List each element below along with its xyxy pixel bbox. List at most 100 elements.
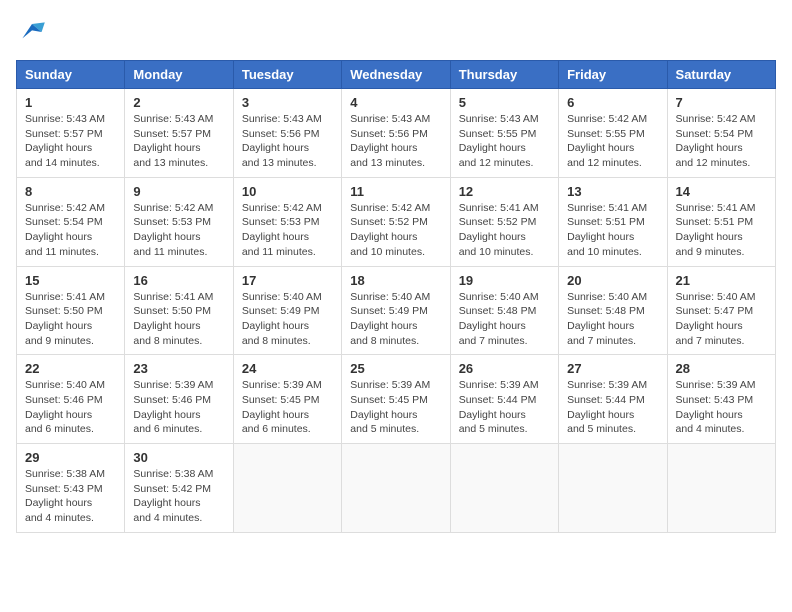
weekday-header-thursday: Thursday (450, 61, 558, 89)
day-info: Sunrise: 5:42 AM Sunset: 5:55 PM Dayligh… (567, 112, 658, 171)
calendar-day-17: 17 Sunrise: 5:40 AM Sunset: 5:49 PM Dayl… (233, 266, 341, 355)
day-number: 28 (676, 361, 767, 376)
day-number: 14 (676, 184, 767, 199)
day-number: 1 (25, 95, 116, 110)
day-number: 22 (25, 361, 116, 376)
day-info: Sunrise: 5:40 AM Sunset: 5:47 PM Dayligh… (676, 290, 767, 349)
calendar-day-14: 14 Sunrise: 5:41 AM Sunset: 5:51 PM Dayl… (667, 177, 775, 266)
day-number: 15 (25, 273, 116, 288)
day-info: Sunrise: 5:42 AM Sunset: 5:52 PM Dayligh… (350, 201, 441, 260)
day-number: 2 (133, 95, 224, 110)
day-number: 27 (567, 361, 658, 376)
day-number: 20 (567, 273, 658, 288)
logo (16, 16, 52, 48)
weekday-header-monday: Monday (125, 61, 233, 89)
day-info: Sunrise: 5:40 AM Sunset: 5:48 PM Dayligh… (459, 290, 550, 349)
calendar-day-16: 16 Sunrise: 5:41 AM Sunset: 5:50 PM Dayl… (125, 266, 233, 355)
weekday-header-sunday: Sunday (17, 61, 125, 89)
calendar-day-8: 8 Sunrise: 5:42 AM Sunset: 5:54 PM Dayli… (17, 177, 125, 266)
calendar-day-28: 28 Sunrise: 5:39 AM Sunset: 5:43 PM Dayl… (667, 355, 775, 444)
day-info: Sunrise: 5:39 AM Sunset: 5:45 PM Dayligh… (242, 378, 333, 437)
calendar-day-20: 20 Sunrise: 5:40 AM Sunset: 5:48 PM Dayl… (559, 266, 667, 355)
day-info: Sunrise: 5:42 AM Sunset: 5:53 PM Dayligh… (242, 201, 333, 260)
calendar-day-21: 21 Sunrise: 5:40 AM Sunset: 5:47 PM Dayl… (667, 266, 775, 355)
day-info: Sunrise: 5:43 AM Sunset: 5:56 PM Dayligh… (242, 112, 333, 171)
day-info: Sunrise: 5:42 AM Sunset: 5:54 PM Dayligh… (676, 112, 767, 171)
calendar-day-empty (233, 444, 341, 533)
calendar-day-29: 29 Sunrise: 5:38 AM Sunset: 5:43 PM Dayl… (17, 444, 125, 533)
weekday-header-saturday: Saturday (667, 61, 775, 89)
calendar-day-12: 12 Sunrise: 5:41 AM Sunset: 5:52 PM Dayl… (450, 177, 558, 266)
day-number: 5 (459, 95, 550, 110)
weekday-header-friday: Friday (559, 61, 667, 89)
day-info: Sunrise: 5:42 AM Sunset: 5:53 PM Dayligh… (133, 201, 224, 260)
day-info: Sunrise: 5:40 AM Sunset: 5:48 PM Dayligh… (567, 290, 658, 349)
day-info: Sunrise: 5:39 AM Sunset: 5:43 PM Dayligh… (676, 378, 767, 437)
day-number: 6 (567, 95, 658, 110)
calendar-day-1: 1 Sunrise: 5:43 AM Sunset: 5:57 PM Dayli… (17, 89, 125, 178)
day-number: 8 (25, 184, 116, 199)
calendar-day-23: 23 Sunrise: 5:39 AM Sunset: 5:46 PM Dayl… (125, 355, 233, 444)
calendar-day-30: 30 Sunrise: 5:38 AM Sunset: 5:42 PM Dayl… (125, 444, 233, 533)
calendar-day-9: 9 Sunrise: 5:42 AM Sunset: 5:53 PM Dayli… (125, 177, 233, 266)
day-info: Sunrise: 5:39 AM Sunset: 5:44 PM Dayligh… (567, 378, 658, 437)
day-number: 30 (133, 450, 224, 465)
day-info: Sunrise: 5:39 AM Sunset: 5:44 PM Dayligh… (459, 378, 550, 437)
calendar-day-24: 24 Sunrise: 5:39 AM Sunset: 5:45 PM Dayl… (233, 355, 341, 444)
calendar-day-2: 2 Sunrise: 5:43 AM Sunset: 5:57 PM Dayli… (125, 89, 233, 178)
day-number: 9 (133, 184, 224, 199)
calendar-day-3: 3 Sunrise: 5:43 AM Sunset: 5:56 PM Dayli… (233, 89, 341, 178)
calendar-day-18: 18 Sunrise: 5:40 AM Sunset: 5:49 PM Dayl… (342, 266, 450, 355)
calendar-day-10: 10 Sunrise: 5:42 AM Sunset: 5:53 PM Dayl… (233, 177, 341, 266)
day-info: Sunrise: 5:41 AM Sunset: 5:52 PM Dayligh… (459, 201, 550, 260)
day-info: Sunrise: 5:43 AM Sunset: 5:56 PM Dayligh… (350, 112, 441, 171)
calendar-day-27: 27 Sunrise: 5:39 AM Sunset: 5:44 PM Dayl… (559, 355, 667, 444)
day-number: 17 (242, 273, 333, 288)
day-info: Sunrise: 5:40 AM Sunset: 5:49 PM Dayligh… (350, 290, 441, 349)
calendar-day-empty (450, 444, 558, 533)
day-number: 18 (350, 273, 441, 288)
calendar-day-25: 25 Sunrise: 5:39 AM Sunset: 5:45 PM Dayl… (342, 355, 450, 444)
day-number: 4 (350, 95, 441, 110)
day-number: 13 (567, 184, 658, 199)
day-info: Sunrise: 5:41 AM Sunset: 5:50 PM Dayligh… (133, 290, 224, 349)
calendar-day-13: 13 Sunrise: 5:41 AM Sunset: 5:51 PM Dayl… (559, 177, 667, 266)
weekday-header-row: SundayMondayTuesdayWednesdayThursdayFrid… (17, 61, 776, 89)
weekday-header-tuesday: Tuesday (233, 61, 341, 89)
calendar-day-15: 15 Sunrise: 5:41 AM Sunset: 5:50 PM Dayl… (17, 266, 125, 355)
calendar-day-26: 26 Sunrise: 5:39 AM Sunset: 5:44 PM Dayl… (450, 355, 558, 444)
day-number: 7 (676, 95, 767, 110)
day-number: 3 (242, 95, 333, 110)
day-number: 25 (350, 361, 441, 376)
day-number: 19 (459, 273, 550, 288)
day-number: 24 (242, 361, 333, 376)
day-info: Sunrise: 5:41 AM Sunset: 5:51 PM Dayligh… (676, 201, 767, 260)
calendar-week-row: 29 Sunrise: 5:38 AM Sunset: 5:43 PM Dayl… (17, 444, 776, 533)
calendar-day-19: 19 Sunrise: 5:40 AM Sunset: 5:48 PM Dayl… (450, 266, 558, 355)
day-info: Sunrise: 5:41 AM Sunset: 5:50 PM Dayligh… (25, 290, 116, 349)
calendar-day-empty (667, 444, 775, 533)
day-number: 26 (459, 361, 550, 376)
day-info: Sunrise: 5:43 AM Sunset: 5:57 PM Dayligh… (133, 112, 224, 171)
day-info: Sunrise: 5:38 AM Sunset: 5:42 PM Dayligh… (133, 467, 224, 526)
page-header (16, 16, 776, 48)
day-number: 16 (133, 273, 224, 288)
day-number: 12 (459, 184, 550, 199)
calendar-week-row: 15 Sunrise: 5:41 AM Sunset: 5:50 PM Dayl… (17, 266, 776, 355)
day-info: Sunrise: 5:38 AM Sunset: 5:43 PM Dayligh… (25, 467, 116, 526)
calendar-day-22: 22 Sunrise: 5:40 AM Sunset: 5:46 PM Dayl… (17, 355, 125, 444)
weekday-header-wednesday: Wednesday (342, 61, 450, 89)
day-info: Sunrise: 5:41 AM Sunset: 5:51 PM Dayligh… (567, 201, 658, 260)
calendar-day-11: 11 Sunrise: 5:42 AM Sunset: 5:52 PM Dayl… (342, 177, 450, 266)
calendar-day-empty (559, 444, 667, 533)
calendar-table: SundayMondayTuesdayWednesdayThursdayFrid… (16, 60, 776, 533)
calendar-week-row: 22 Sunrise: 5:40 AM Sunset: 5:46 PM Dayl… (17, 355, 776, 444)
day-info: Sunrise: 5:40 AM Sunset: 5:49 PM Dayligh… (242, 290, 333, 349)
day-info: Sunrise: 5:43 AM Sunset: 5:55 PM Dayligh… (459, 112, 550, 171)
calendar-week-row: 1 Sunrise: 5:43 AM Sunset: 5:57 PM Dayli… (17, 89, 776, 178)
calendar-day-empty (342, 444, 450, 533)
day-info: Sunrise: 5:40 AM Sunset: 5:46 PM Dayligh… (25, 378, 116, 437)
day-number: 10 (242, 184, 333, 199)
day-number: 29 (25, 450, 116, 465)
day-number: 21 (676, 273, 767, 288)
